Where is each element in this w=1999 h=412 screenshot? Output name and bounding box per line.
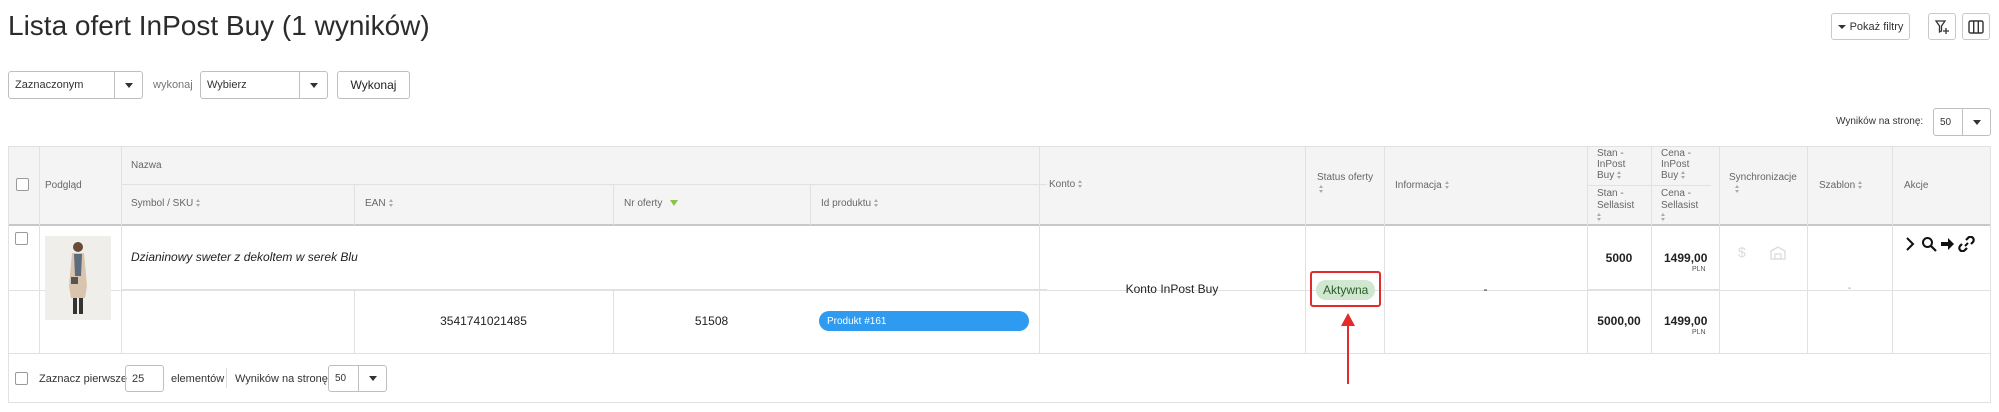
header-info[interactable]: Informacja	[1395, 180, 1450, 192]
price-inpost-currency: PLN	[1692, 266, 1706, 273]
sort-icon	[1681, 171, 1686, 180]
row-checkbox[interactable]	[15, 232, 28, 245]
select-first-checkbox[interactable]	[15, 372, 28, 385]
sort-icon	[1735, 185, 1740, 194]
product-name[interactable]: Dzianinowy sweter z dekoltem w serek Blu	[131, 250, 358, 264]
header-account[interactable]: Konto	[1049, 179, 1083, 191]
sort-icon	[196, 199, 201, 208]
sort-icon	[1858, 181, 1863, 190]
sort-icon	[1617, 171, 1622, 180]
status-label: Aktywna	[1316, 280, 1376, 300]
select-first-input[interactable]: 25	[125, 365, 164, 392]
chevron-down-icon	[114, 72, 142, 98]
chevron-right-icon[interactable]	[1904, 236, 1916, 252]
show-filters-label: Pokaż filtry	[1849, 20, 1904, 33]
header-stock-sellasist[interactable]: Stan - Sellasist	[1597, 188, 1634, 224]
sort-desc-icon	[670, 200, 679, 207]
price-sellasist-currency: PLN	[1692, 329, 1706, 336]
stock-sellasist: 5000,00	[1597, 314, 1641, 328]
page-title: Lista ofert InPost Buy (1 wyników)	[8, 10, 430, 41]
bulk-scope-value: Zaznaczonym	[15, 79, 84, 91]
select-first-label: Zaznacz pierwsze	[39, 373, 128, 385]
header-price-inpost[interactable]: Cena - InPost Buy	[1661, 148, 1691, 181]
header-symbol[interactable]: Symbol / SKU	[131, 198, 201, 210]
sort-icon	[388, 199, 394, 208]
arrow-up-icon	[1341, 313, 1355, 384]
footer-per-page-select[interactable]: 50	[328, 365, 387, 392]
columns-icon[interactable]	[1962, 13, 1990, 40]
show-filters-button[interactable]: Pokaż filtry	[1831, 13, 1910, 40]
search-icon[interactable]	[1921, 236, 1937, 252]
template-value: -	[1847, 283, 1852, 294]
bulk-action-value: Wybierz	[207, 79, 247, 91]
caret-down-icon	[1837, 24, 1846, 29]
arrow-right-icon[interactable]	[1940, 237, 1955, 251]
link-icon[interactable]	[1958, 236, 1975, 252]
select-all-checkbox[interactable]	[16, 178, 29, 191]
account-value: Konto InPost Buy	[1125, 282, 1219, 296]
header-template[interactable]: Szablon	[1819, 180, 1863, 192]
per-page-label: Wyników na stronę:	[1836, 116, 1924, 127]
sort-icon	[874, 199, 879, 208]
dollar-icon[interactable]: $	[1738, 244, 1746, 260]
header-sync[interactable]: Synchronizacje	[1729, 172, 1797, 196]
execute-label: wykonaj	[153, 79, 193, 91]
warehouse-icon[interactable]	[1770, 246, 1786, 260]
sort-icon	[1444, 181, 1450, 190]
header-name: Nazwa	[131, 160, 162, 171]
header-preview: Podgląd	[45, 180, 82, 191]
execute-button[interactable]: Wykonaj	[337, 71, 410, 99]
product-id-badge[interactable]: Produkt #161	[819, 311, 1029, 331]
offer-number: 51508	[694, 314, 729, 328]
header-status[interactable]: Status oferty	[1317, 172, 1373, 196]
header-stock-inpost[interactable]: Stan - InPost Buy	[1597, 148, 1625, 181]
elements-label: elementów	[171, 373, 225, 385]
price-inpost: 1499,00	[1664, 251, 1708, 265]
sort-icon	[1078, 180, 1083, 189]
info-value: -	[1483, 282, 1488, 296]
per-page-value: 50	[1940, 116, 1952, 128]
sort-icon	[1661, 213, 1666, 222]
chevron-down-icon	[1962, 109, 1990, 135]
header-product-id[interactable]: Id produktu	[821, 198, 879, 210]
footer-per-page-label: Wyników na stronę:	[235, 373, 331, 385]
header-price-sellasist[interactable]: Cena - Sellasist	[1661, 188, 1698, 224]
product-image[interactable]	[45, 236, 111, 320]
chevron-down-icon	[358, 366, 386, 391]
header-actions: Akcje	[1904, 180, 1929, 191]
header-ean[interactable]: EAN	[365, 198, 394, 210]
filter-add-icon[interactable]	[1928, 13, 1956, 40]
price-sellasist: 1499,00	[1664, 314, 1708, 328]
footer-per-page-value: 50	[335, 373, 347, 384]
stock-inpost: 5000	[1605, 251, 1633, 265]
per-page-select[interactable]: 50	[1933, 108, 1991, 136]
header-offer-no[interactable]: Nr oferty	[624, 198, 679, 210]
status-badge: Aktywna	[1316, 280, 1376, 300]
sort-icon	[1319, 185, 1324, 194]
sort-icon	[1597, 213, 1602, 222]
chevron-down-icon	[299, 72, 327, 98]
ean-value: 3541741021485	[440, 314, 527, 328]
bulk-scope-select[interactable]: Zaznaczonym	[8, 71, 143, 99]
bulk-action-select[interactable]: Wybierz	[200, 71, 328, 99]
